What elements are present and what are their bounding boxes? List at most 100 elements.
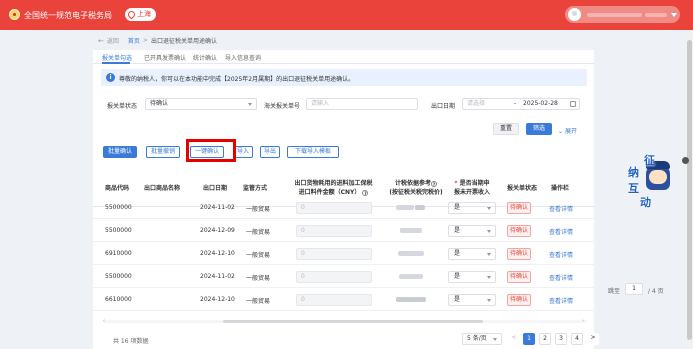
breadcrumb-home[interactable]: 首页 (128, 36, 140, 45)
view-detail-link[interactable]: 查看详情 (549, 273, 573, 282)
status-badge: 待确认 (507, 271, 531, 283)
reset-button[interactable]: 重置 (493, 123, 519, 135)
page-button-3[interactable]: 3 (555, 333, 567, 345)
declare-select[interactable]: 是 (448, 248, 496, 260)
page-size-select[interactable]: 5 条/页 (462, 333, 502, 345)
breadcrumb-separator: > (142, 37, 148, 44)
jump-page-input[interactable]: 1 (625, 283, 643, 295)
main-panel: 报关单勾选 已开具发票确认 统计确认 导入信息查询 i 尊敬的纳税人，你可以在本… (93, 50, 599, 349)
batch-confirm-button[interactable]: 批量确认 (103, 146, 137, 158)
col-name: 出口商品名称 (144, 185, 181, 192)
top-header: 全国统一规范电子税务局 上海 (0, 0, 693, 30)
view-detail-link[interactable]: 查看详情 (549, 227, 573, 236)
table-row: 5500000 2024-12-09 一般贸易 0 是 待确认 查看详情 (93, 220, 594, 242)
amount-input[interactable]: 0 (296, 271, 372, 283)
tab-statistics[interactable]: 统计确认 (193, 53, 217, 62)
breadcrumb-current: 出口退征税关单用途确认 (150, 38, 217, 45)
status-filter-select[interactable]: 待确认 (145, 98, 257, 110)
back-link[interactable]: 返回 (107, 36, 119, 45)
page-button-4[interactable]: 4 (571, 333, 583, 345)
row-code: 5500000 (105, 227, 132, 234)
tax-ref-redacted (396, 205, 414, 210)
mascot-char: 纳 (628, 166, 639, 179)
row-supervision: 一般贸易 (246, 206, 271, 213)
next-page-button[interactable]: > (587, 333, 599, 345)
search-button[interactable]: 筛选 (526, 123, 552, 135)
mascot-face (649, 170, 667, 184)
download-template-button[interactable]: 下载导入模板 (287, 146, 339, 158)
col-amount: 出口货物耗用的进料加工保税 进口料件金额（CNY） ? (291, 179, 376, 197)
chevron-down-icon (487, 276, 491, 279)
page-button-1[interactable]: 1 (523, 333, 535, 345)
tab-issued-invoice[interactable]: 已开具发票确认 (144, 53, 186, 62)
import-button[interactable]: 导入 (233, 146, 253, 158)
amount-placeholder: 0 (301, 296, 305, 303)
tax-ref-redacted (398, 251, 424, 256)
date-separator: - (514, 100, 517, 107)
table-row: 6610000 2024-12-10 一般贸易 0 是 待确认 查看详情 (93, 289, 594, 311)
page-scrollbar-thumb[interactable] (687, 40, 692, 340)
declare-value: 是 (454, 250, 461, 257)
scroll-right-icon[interactable]: › (582, 318, 584, 324)
one-click-confirm-button[interactable]: 一键确认 (190, 146, 224, 158)
customs-no-placeholder: 请输入 (311, 100, 330, 107)
col-status: 报关单状态 (507, 185, 538, 192)
col-declare-line1: 是否当期申 (459, 180, 490, 187)
col-ref-line1: 计税依据参考 (394, 180, 431, 187)
declare-select[interactable]: 是 (448, 202, 496, 214)
declare-select[interactable]: 是 (448, 225, 496, 237)
export-button[interactable]: 导出 (260, 146, 280, 158)
location-label: 上海 (137, 10, 151, 18)
horizontal-scrollbar[interactable]: ‹ › (103, 318, 587, 324)
row-date: 2024-11-02 (200, 204, 235, 211)
tax-ref-redacted (396, 297, 426, 302)
user-menu[interactable] (565, 6, 680, 23)
chevron-down-icon (487, 207, 491, 210)
assistant-mascot[interactable]: 纳 征 互 动 (626, 150, 682, 210)
help-icon[interactable]: ? (431, 180, 437, 187)
declare-value: 是 (454, 204, 461, 211)
amount-placeholder: 0 (301, 227, 305, 234)
scroll-left-icon[interactable]: ‹ (103, 318, 105, 324)
tab-import-query[interactable]: 导入信息查询 (225, 53, 261, 62)
arrow-left-icon[interactable]: ← (98, 37, 104, 45)
tax-bureau-logo (9, 9, 20, 20)
scrollbar-thumb[interactable] (223, 320, 483, 323)
prev-page-button[interactable]: < (508, 333, 520, 345)
side-collapse-handle[interactable] (682, 157, 689, 164)
expand-toggle[interactable]: ⌄ 展开 (558, 126, 577, 135)
batch-revoke-button[interactable]: 批量撤销 (146, 146, 180, 158)
amount-placeholder: 0 (301, 273, 305, 280)
date-start-placeholder: 请选择 (467, 100, 486, 107)
declare-select[interactable]: 是 (448, 271, 496, 283)
row-code: 6910000 (105, 250, 132, 257)
location-selector[interactable]: 上海 (125, 8, 156, 21)
amount-input[interactable]: 0 (296, 294, 372, 306)
user-id-redacted (645, 13, 667, 17)
chevron-down-icon (248, 103, 252, 106)
row-date: 2024-12-09 (200, 227, 235, 234)
view-detail-link[interactable]: 查看详情 (549, 204, 573, 213)
col-amount-line1: 出口货物耗用的进料加工保税 (294, 180, 373, 187)
row-code: 5500000 (105, 273, 132, 280)
export-date-range[interactable]: 请选择 - 2025-02-28 (462, 98, 580, 110)
chevron-down-icon (487, 253, 491, 256)
row-date: 2024-12-10 (200, 250, 235, 257)
declare-select[interactable]: 是 (448, 294, 496, 306)
page-button-2[interactable]: 2 (539, 333, 551, 345)
col-ref-line2: (按征税关税完税价) (389, 189, 443, 196)
page-scrollbar[interactable] (686, 30, 693, 349)
page-size-value: 5 条/页 (467, 335, 487, 342)
status-badge: 待确认 (507, 294, 531, 306)
info-icon: i (106, 73, 115, 82)
view-detail-link[interactable]: 查看详情 (549, 250, 573, 259)
amount-input[interactable]: 0 (296, 225, 372, 237)
amount-input[interactable]: 0 (296, 248, 372, 260)
tax-ref-redacted (415, 205, 425, 210)
chevron-down-icon (487, 299, 491, 302)
tab-customs-selection[interactable]: 报关单勾选 (102, 53, 132, 62)
amount-input[interactable]: 0 (296, 202, 372, 214)
view-detail-link[interactable]: 查看详情 (549, 296, 573, 305)
customs-no-input[interactable]: 请输入 (306, 98, 418, 110)
help-icon[interactable]: ? (362, 189, 369, 196)
